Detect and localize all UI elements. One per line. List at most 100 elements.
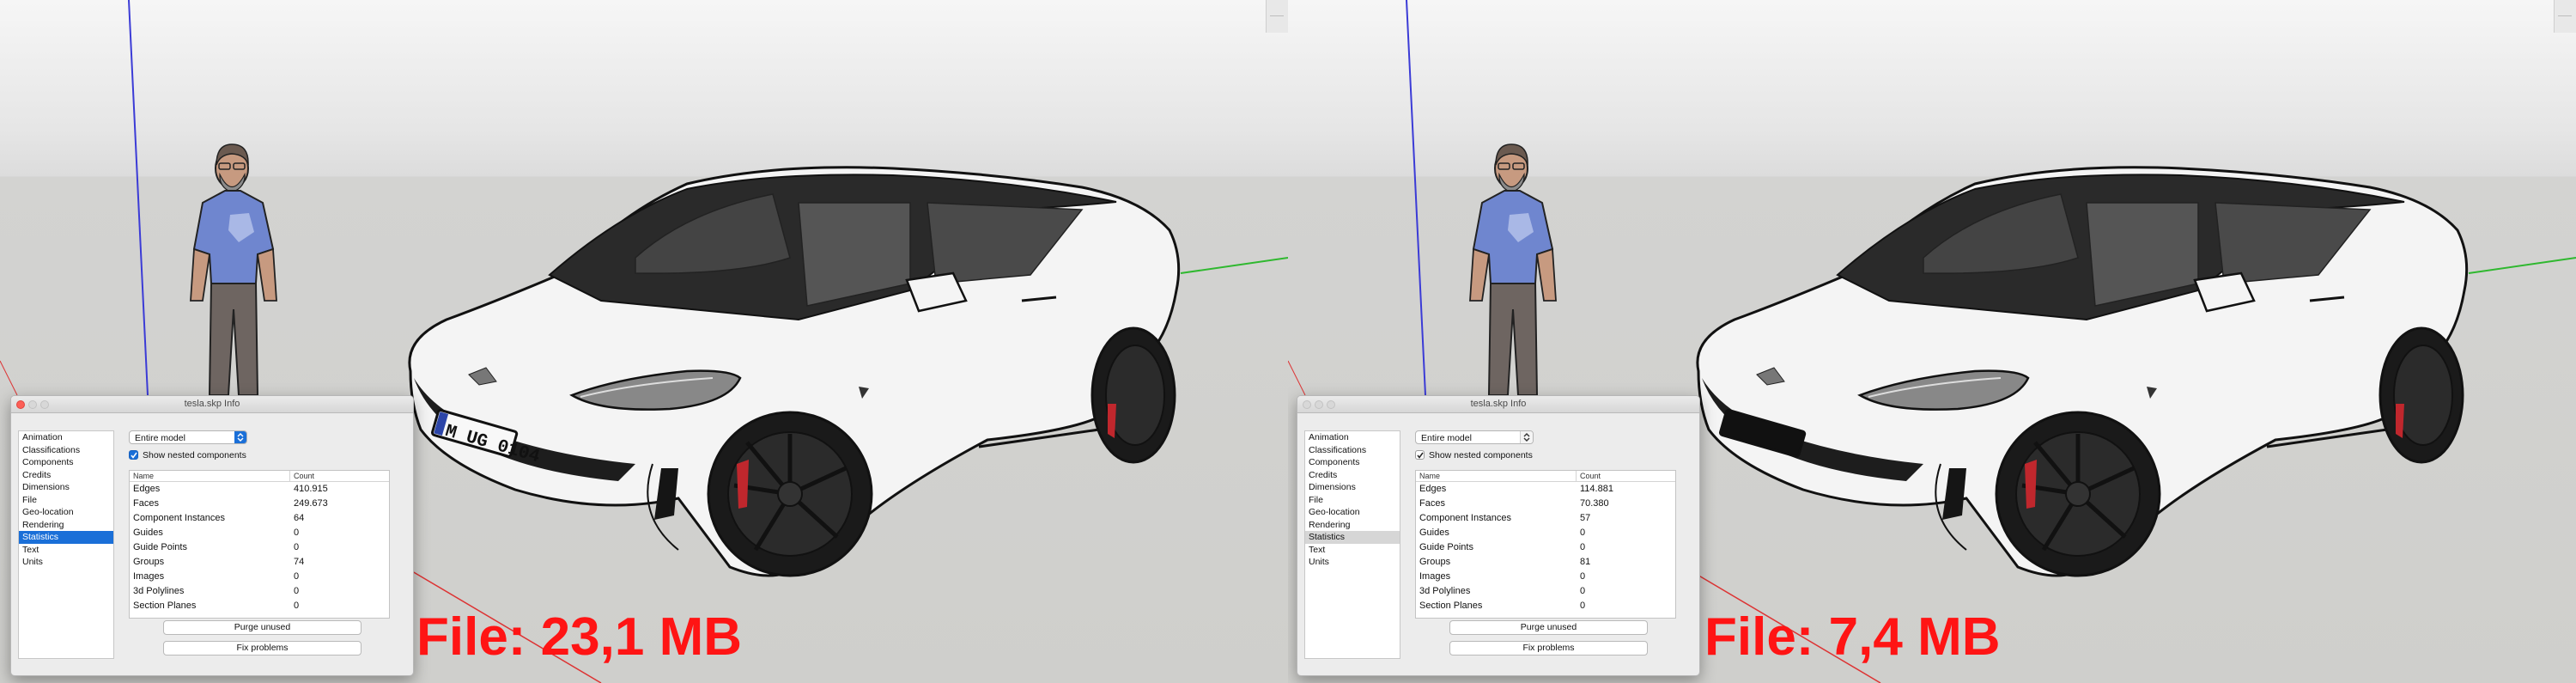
purge-unused-button[interactable]: Purge unused xyxy=(163,620,361,635)
row-count: 70.380 xyxy=(1580,498,1609,509)
table-header: Name Count xyxy=(1416,471,1675,482)
row-count: 249.673 xyxy=(294,498,328,509)
nav-item-dimensions[interactable]: Dimensions xyxy=(19,481,113,494)
nav-item-classifications[interactable]: Classifications xyxy=(1305,444,1400,457)
header-count[interactable]: Count xyxy=(290,471,314,481)
car-model xyxy=(408,166,1181,577)
fix-problems-button[interactable]: Fix problems xyxy=(1449,641,1648,656)
green-axis xyxy=(2468,257,2576,274)
model-info-dialog: tesla.skp Info Animation Classifications… xyxy=(10,395,414,676)
statistics-table[interactable]: Name Count Edges 410.915 Faces 249.673 Com… xyxy=(129,470,390,619)
show-nested-checkbox[interactable] xyxy=(129,450,138,460)
row-count: 64 xyxy=(294,513,305,523)
show-nested-checkbox[interactable] xyxy=(1415,450,1425,460)
chevron-updown-icon xyxy=(234,431,246,443)
row-count: 81 xyxy=(1580,557,1591,567)
nav-item-geo-location[interactable]: Geo-location xyxy=(19,506,113,519)
row-count: 0 xyxy=(1580,542,1586,552)
nav-item-text[interactable]: Text xyxy=(19,544,113,557)
row-count: 114.881 xyxy=(1580,484,1613,494)
row-name: Guides xyxy=(133,527,163,538)
row-count: 0 xyxy=(1580,571,1586,582)
blue-axis xyxy=(1406,0,1426,396)
checkmark-icon xyxy=(1417,452,1424,459)
row-count: 74 xyxy=(294,557,305,567)
scope-select[interactable]: Entire model xyxy=(129,430,247,444)
scope-select[interactable]: Entire model xyxy=(1415,430,1534,444)
table-row: Images 0 xyxy=(130,570,389,584)
nav-item-animation[interactable]: Animation xyxy=(1305,431,1400,444)
row-name: Component Instances xyxy=(133,513,226,523)
scope-select-value: Entire model xyxy=(1421,433,1472,443)
row-name: Faces xyxy=(1419,498,1445,509)
nav-item-rendering[interactable]: Rendering xyxy=(1305,519,1400,532)
car-model xyxy=(1696,166,2469,577)
row-name: 3d Polylines xyxy=(133,586,185,596)
person-figure xyxy=(190,143,277,396)
dialog-titlebar[interactable]: tesla.skp Info xyxy=(1297,396,1699,413)
table-row: Component Instances 57 xyxy=(1416,511,1675,526)
row-name: Images xyxy=(133,571,165,582)
row-name: Guides xyxy=(1419,527,1449,538)
viewport-optimized[interactable]: tesla.skp Info Animation Classifications… xyxy=(1288,0,2576,683)
file-size-label: File: 23,1 MB xyxy=(416,607,742,667)
row-name: Groups xyxy=(1419,557,1451,567)
viewport-edge-control[interactable] xyxy=(1266,0,1288,33)
info-category-list[interactable]: Animation Classifications Components Cre… xyxy=(1304,430,1400,659)
row-count: 57 xyxy=(1580,513,1591,523)
info-category-list[interactable]: Animation Classifications Components Cre… xyxy=(18,430,114,659)
table-row: Edges 410.915 xyxy=(130,482,389,497)
row-count: 410.915 xyxy=(294,484,328,494)
viewport-edge-control[interactable] xyxy=(2554,0,2576,33)
nav-item-components[interactable]: Components xyxy=(1305,456,1400,469)
table-row: Guide Points 0 xyxy=(130,540,389,555)
chevron-updown-icon xyxy=(1520,431,1533,443)
row-count: 0 xyxy=(1580,586,1586,596)
row-count: 0 xyxy=(294,542,300,552)
row-count: 0 xyxy=(1580,527,1586,538)
table-row: Guides 0 xyxy=(1416,526,1675,540)
header-name[interactable]: Name xyxy=(1416,471,1577,481)
scope-select-value: Entire model xyxy=(135,433,185,443)
viewport-original[interactable]: M UG 0104 tesla.skp Info Animation Class… xyxy=(0,0,1288,683)
dialog-title: tesla.skp Info xyxy=(184,399,240,409)
table-row: 3d Polylines 0 xyxy=(130,584,389,599)
row-count: 0 xyxy=(294,527,300,538)
nav-item-file[interactable]: File xyxy=(19,494,113,507)
nav-item-components[interactable]: Components xyxy=(19,456,113,469)
nav-item-dimensions[interactable]: Dimensions xyxy=(1305,481,1400,494)
row-name: Edges xyxy=(1419,484,1447,494)
row-name: Component Instances xyxy=(1419,513,1512,523)
nav-item-statistics[interactable]: Statistics xyxy=(19,531,113,544)
nav-item-statistics[interactable]: Statistics xyxy=(1305,531,1400,544)
nav-item-text[interactable]: Text xyxy=(1305,544,1400,557)
header-count[interactable]: Count xyxy=(1577,471,1601,481)
row-name: Faces xyxy=(133,498,159,509)
fix-problems-button[interactable]: Fix problems xyxy=(163,641,361,656)
nav-item-credits[interactable]: Credits xyxy=(1305,469,1400,482)
nav-item-classifications[interactable]: Classifications xyxy=(19,444,113,457)
nav-item-animation[interactable]: Animation xyxy=(19,431,113,444)
nav-item-geo-location[interactable]: Geo-location xyxy=(1305,506,1400,519)
table-row: Faces 70.380 xyxy=(1416,497,1675,511)
nav-item-units[interactable]: Units xyxy=(1305,556,1400,569)
nav-item-file[interactable]: File xyxy=(1305,494,1400,507)
row-name: 3d Polylines xyxy=(1419,586,1471,596)
row-count: 0 xyxy=(294,601,300,611)
dialog-titlebar[interactable]: tesla.skp Info xyxy=(11,396,413,413)
row-name: Groups xyxy=(133,557,165,567)
nav-item-rendering[interactable]: Rendering xyxy=(19,519,113,532)
table-row: Guides 0 xyxy=(130,526,389,540)
table-row: Edges 114.881 xyxy=(1416,482,1675,497)
nav-item-units[interactable]: Units xyxy=(19,556,113,569)
table-header: Name Count xyxy=(130,471,389,482)
nav-item-credits[interactable]: Credits xyxy=(19,469,113,482)
statistics-table[interactable]: Name Count Edges 114.881 Faces 70.380 Comp… xyxy=(1415,470,1676,619)
table-row: Groups 74 xyxy=(130,555,389,570)
show-nested-row: Show nested components xyxy=(129,449,246,460)
header-name[interactable]: Name xyxy=(130,471,290,481)
show-nested-label: Show nested components xyxy=(1429,449,1533,460)
person-figure xyxy=(1469,143,1557,396)
table-row: Section Planes 0 xyxy=(130,599,389,613)
purge-unused-button[interactable]: Purge unused xyxy=(1449,620,1648,635)
